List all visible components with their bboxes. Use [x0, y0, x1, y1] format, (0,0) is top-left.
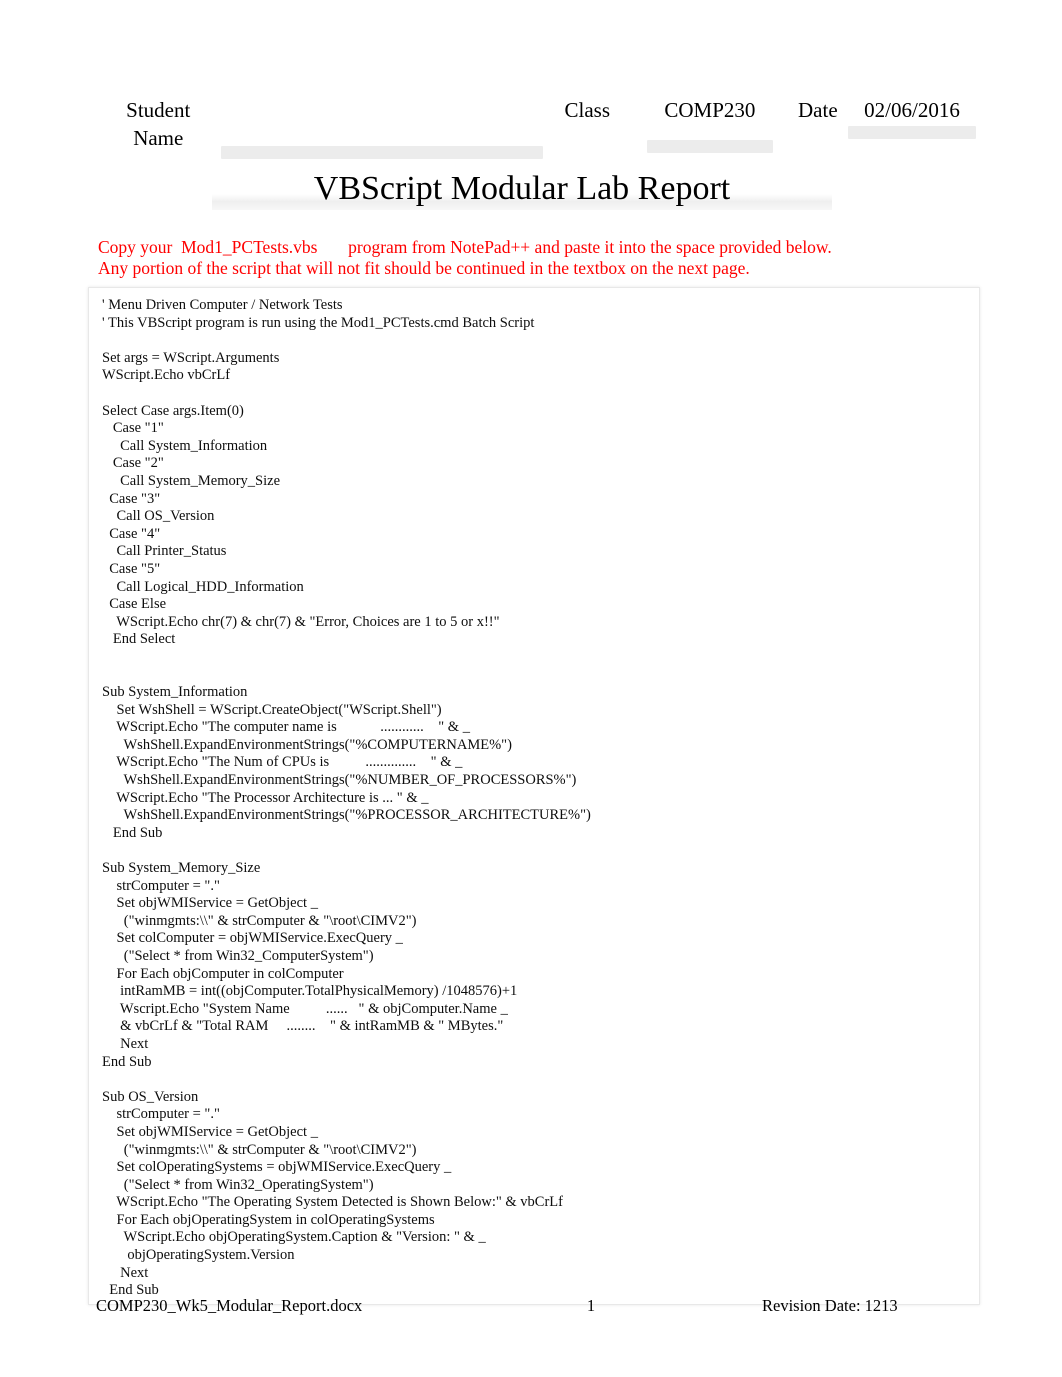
script-line: WScript.Echo objOperatingSystem.Caption … [102, 1229, 486, 1246]
script-line: Case "3" [102, 490, 161, 507]
script-line: For Each objComputer in colComputer [102, 965, 344, 982]
script-line: ("Select * from Win32_OperatingSystem") [102, 1176, 374, 1193]
script-line: Select Case args.Item(0) [102, 402, 244, 419]
script-line: Case "5" [102, 560, 161, 577]
script-line: objOperatingSystem.Version [102, 1247, 295, 1264]
script-line: WScript.Echo chr(7) & chr(7) & "Error, C… [102, 613, 500, 630]
page-footer: COMP230_Wk5_Modular_Report.docx 1 Revisi… [96, 1292, 976, 1320]
script-line: End Sub [102, 824, 163, 841]
script-line: WScript.Echo "The computer name is .....… [102, 719, 470, 736]
script-line: For Each objOperatingSystem in colOperat… [102, 1211, 435, 1228]
footer-page-number: 1 [586, 1296, 596, 1315]
script-line: End Select [102, 631, 176, 648]
document-page: Student Name Class COMP230 Date 02/06/20… [0, 0, 1062, 1377]
script-line: Set colComputer = objWMIService.ExecQuer… [102, 930, 403, 947]
script-line: ("winmgmts:\\" & strComputer & "\root\CI… [102, 1141, 417, 1158]
script-line: Set colOperatingSystems = objWMIService.… [102, 1159, 452, 1176]
script-line [102, 842, 973, 860]
header-cell-student-label: Student Name [96, 96, 221, 152]
instruction-line-1: Copy your Mod1_PCTests.vbs program from … [98, 237, 832, 257]
class-value: COMP230 [664, 98, 756, 122]
script-line: strComputer = "." [102, 877, 220, 894]
script-line: Case Else [102, 596, 167, 613]
script-line: Set objWMIService = GetObject _ [102, 895, 318, 912]
script-line: ' Menu Driven Computer / Network Tests [102, 297, 343, 313]
script-line [102, 1071, 973, 1089]
header-cell-student-value[interactable] [220, 96, 543, 159]
script-line: intRamMB = int((objComputer.TotalPhysica… [102, 983, 518, 1000]
script-line: ("Select * from Win32_ComputerSystem") [102, 947, 374, 964]
script-line: WshShell.ExpandEnvironmentStrings("%NUMB… [102, 772, 577, 789]
script-line: & vbCrLf & "Total RAM ........ " & intRa… [102, 1018, 504, 1035]
instruction-line-2: Any portion of the script that will not … [98, 258, 750, 278]
script-line: WScript.Echo "The Num of CPUs is .......… [102, 754, 463, 771]
script-line: strComputer = "." [102, 1106, 220, 1123]
script-line: ' This VBScript program is run using the… [102, 314, 535, 331]
date-label: Date [798, 98, 838, 122]
script-line: Set WshShell = WScript.CreateObject("WSc… [102, 701, 442, 718]
script-line [102, 332, 973, 350]
script-line: Next [102, 1264, 149, 1281]
footer-revision-date: Revision Date: 1213 [762, 1296, 898, 1315]
script-textbox[interactable]: ' Menu Driven Computer / Network Tests ' … [88, 287, 980, 1305]
script-line [102, 666, 973, 684]
class-label: Class [564, 98, 611, 122]
script-content[interactable]: ' Menu Driven Computer / Network Tests ' … [102, 297, 973, 1304]
script-line: ("winmgmts:\\" & strComputer & "\root\CI… [102, 912, 417, 929]
header-table: Student Name Class COMP230 Date 02/06/20… [96, 96, 976, 159]
script-line: Call Logical_HDD_Information [102, 578, 304, 595]
student-name-field[interactable] [220, 146, 543, 159]
script-line: Call System_Information [102, 437, 268, 454]
script-line: End Sub [102, 1053, 152, 1070]
script-line [102, 649, 973, 667]
script-line: Wscript.Echo "System Name ...... " & obj… [102, 1000, 508, 1017]
script-line: WScript.Echo "The Processor Architecture… [102, 789, 429, 806]
script-line: Sub OS_Version [102, 1088, 199, 1105]
script-line: Case "4" [102, 525, 161, 542]
script-line: Call OS_Version [102, 508, 215, 525]
header-cell-date-label: Date [788, 96, 848, 124]
page-title: VBScript Modular Lab Report [313, 170, 731, 207]
script-line: Case "2" [102, 455, 164, 472]
instructions-block: Copy your Mod1_PCTests.vbs program from … [98, 237, 978, 279]
class-field[interactable] [646, 140, 773, 153]
script-line [102, 385, 973, 403]
student-name-label: Student Name [126, 98, 191, 150]
script-line: Sub System_Memory_Size [102, 860, 261, 876]
header-cell-date-value[interactable]: 02/06/2016 [848, 96, 976, 139]
script-line: Next [102, 1035, 149, 1052]
footer-filename: COMP230_Wk5_Modular_Report.docx [96, 1296, 363, 1315]
script-line: Set objWMIService = GetObject _ [102, 1123, 318, 1140]
script-line: WScript.Echo vbCrLf [102, 367, 231, 384]
header-cell-class-value[interactable]: COMP230 [632, 96, 788, 153]
header-cell-class-label: Class [543, 96, 633, 124]
script-line: Call System_Memory_Size [102, 472, 281, 489]
script-line: Call Printer_Status [102, 543, 227, 560]
script-line: Sub System_Information [102, 684, 248, 701]
page-title-container: VBScript Modular Lab Report [212, 168, 832, 210]
script-line: WshShell.ExpandEnvironmentStrings("%PROC… [102, 807, 591, 824]
date-field[interactable] [848, 126, 976, 139]
script-line: WshShell.ExpandEnvironmentStrings("%COMP… [102, 736, 512, 753]
script-line: WScript.Echo "The Operating System Detec… [102, 1194, 563, 1211]
script-line: Set args = WScript.Arguments [102, 349, 280, 366]
script-line: Case "1" [102, 420, 164, 437]
date-value: 02/06/2016 [864, 98, 960, 122]
